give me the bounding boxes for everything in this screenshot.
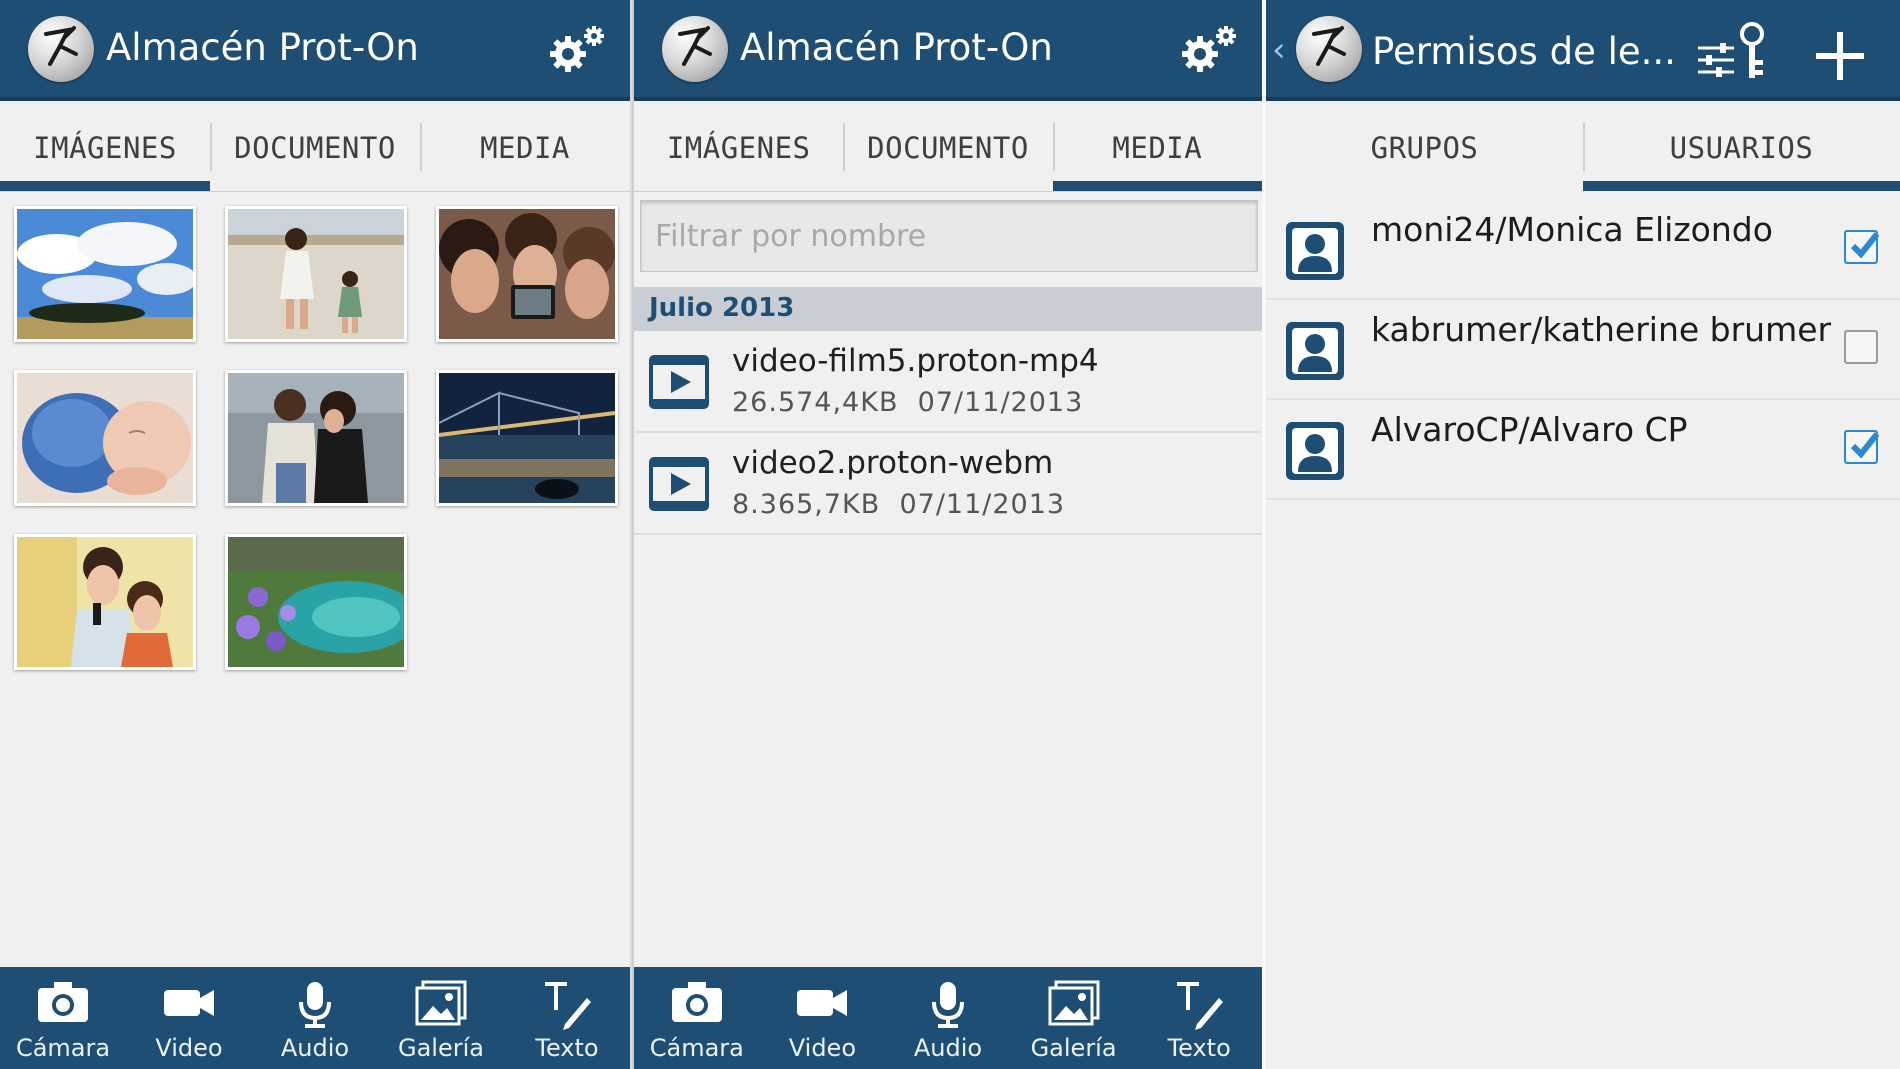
audio-button[interactable]: Audio (252, 967, 378, 1069)
image-thumbnail[interactable] (14, 534, 196, 670)
camera-icon (670, 980, 724, 1028)
tab-grupos[interactable]: GRUPOS (1266, 105, 1583, 191)
image-thumbnail[interactable] (14, 370, 196, 506)
filter-field (640, 200, 1258, 272)
camera-label: Cámara (649, 1034, 744, 1062)
storage-images-screen: Almacén Prot-On IMÁGENES DOCUMENTO MEDIA… (0, 0, 630, 1069)
video-file-icon (649, 355, 709, 413)
gallery-icon (415, 980, 467, 1032)
tab-documento[interactable]: DOCUMENTO (843, 105, 1052, 191)
file-size: 8.365,7KB (732, 489, 881, 520)
file-list-item[interactable]: video-film5.proton-mp4 26.574,4KB 07/11/… (634, 331, 1262, 433)
action-bar: Almacén Prot-On (0, 0, 630, 101)
text-pen-icon (541, 980, 593, 1034)
image-grid (14, 206, 624, 670)
text-label: Texto (535, 1034, 599, 1062)
tab-imagenes[interactable]: IMÁGENES (634, 105, 843, 191)
user-list-item[interactable]: moni24/Monica Elizondo (1266, 200, 1900, 300)
user-permission-checkbox[interactable] (1844, 230, 1880, 264)
image-thumbnail[interactable] (436, 370, 618, 506)
gallery-button[interactable]: Galería (1011, 967, 1137, 1069)
gallery-label: Galería (1030, 1034, 1117, 1062)
text-pen-icon (1173, 980, 1225, 1034)
file-size: 26.574,4KB (732, 387, 899, 418)
tab-usuarios[interactable]: USUARIOS (1583, 105, 1900, 191)
user-avatar-icon (1286, 422, 1344, 480)
file-meta: 26.574,4KB 07/11/2013 (732, 387, 1083, 418)
month-section-header: Julio 2013 (634, 287, 1262, 331)
microphone-icon (928, 980, 968, 1034)
tab-imagenes[interactable]: IMÁGENES (0, 105, 210, 191)
audio-label: Audio (280, 1034, 350, 1062)
tab-bar: IMÁGENES DOCUMENTO MEDIA (634, 105, 1262, 191)
tabs-divider (634, 191, 1262, 192)
app-logo-icon[interactable] (1296, 16, 1362, 82)
user-name: moni24/Monica Elizondo (1371, 210, 1773, 249)
audio-label: Audio (913, 1034, 983, 1062)
video-button[interactable]: Video (760, 967, 886, 1069)
screenshot-stage: Almacén Prot-On IMÁGENES DOCUMENTO MEDIA… (0, 0, 1900, 1069)
action-bar: ‹ Permisos de le... (1266, 0, 1900, 101)
tab-documento[interactable]: DOCUMENTO (210, 105, 420, 191)
add-icon[interactable] (1814, 30, 1866, 86)
image-thumbnail[interactable] (225, 370, 407, 506)
video-button[interactable]: Video (126, 967, 252, 1069)
user-permission-checkbox[interactable] (1844, 330, 1878, 364)
file-date: 07/11/2013 (899, 489, 1066, 520)
bottom-toolbar: Cámara Video Audio Galería Texto (634, 967, 1262, 1069)
video-label: Video (155, 1034, 223, 1062)
user-permission-checkbox[interactable] (1844, 430, 1880, 464)
image-thumbnail[interactable] (436, 206, 618, 342)
file-list-item[interactable]: video2.proton-webm 8.365,7KB 07/11/2013 (634, 433, 1262, 535)
filter-input[interactable] (641, 201, 1257, 271)
read-permissions-screen: ‹ Permisos de le... GRUPOS USUARIOS moni… (1266, 0, 1900, 1069)
gallery-button[interactable]: Galería (378, 967, 504, 1069)
tab-bar: IMÁGENES DOCUMENTO MEDIA (0, 105, 630, 191)
camera-button[interactable]: Cámara (634, 967, 760, 1069)
file-name: video-film5.proton-mp4 (732, 343, 1099, 379)
bottom-toolbar: Cámara Video Audio Galería Texto (0, 967, 630, 1069)
camera-label: Cámara (15, 1034, 111, 1062)
tab-bar: GRUPOS USUARIOS (1266, 105, 1900, 191)
user-list-item[interactable]: AlvaroCP/Alvaro CP (1266, 400, 1900, 500)
audio-button[interactable]: Audio (885, 967, 1011, 1069)
app-title: Almacén Prot-On (106, 26, 419, 69)
image-thumbnail[interactable] (225, 534, 407, 670)
user-name: kabrumer/katherine brumer (1371, 310, 1832, 349)
app-logo-icon[interactable] (28, 16, 94, 82)
app-title: Almacén Prot-On (740, 26, 1053, 69)
video-camera-icon (795, 980, 849, 1028)
user-name: AlvaroCP/Alvaro CP (1371, 410, 1688, 449)
tabs-divider (0, 191, 630, 192)
tab-media[interactable]: MEDIA (420, 105, 630, 191)
user-list-item[interactable]: kabrumer/katherine brumer (1266, 300, 1900, 400)
camera-button[interactable]: Cámara (0, 967, 126, 1069)
video-file-icon (649, 457, 709, 515)
gallery-icon (1048, 980, 1100, 1032)
text-label: Texto (1167, 1034, 1231, 1062)
video-camera-icon (162, 980, 216, 1028)
file-meta: 8.365,7KB 07/11/2013 (732, 489, 1065, 520)
image-thumbnail[interactable] (225, 206, 407, 342)
microphone-icon (295, 980, 335, 1034)
camera-icon (36, 980, 90, 1028)
text-button[interactable]: Texto (504, 967, 630, 1069)
image-thumbnail[interactable] (14, 206, 196, 342)
gear-icon[interactable] (546, 24, 608, 80)
gallery-label: Galería (398, 1034, 484, 1062)
action-bar: Almacén Prot-On (634, 0, 1262, 101)
storage-media-screen: Almacén Prot-On IMÁGENES DOCUMENTO MEDIA… (632, 0, 1262, 1069)
chevron-left-icon[interactable]: ‹ (1272, 30, 1286, 70)
file-date: 07/11/2013 (917, 387, 1084, 418)
text-button[interactable]: Texto (1136, 967, 1262, 1069)
permissions-key-icon[interactable] (1694, 20, 1770, 88)
gear-icon[interactable] (1178, 24, 1240, 80)
tab-media[interactable]: MEDIA (1052, 105, 1262, 191)
app-logo-icon[interactable] (662, 16, 728, 82)
screen-title: Permisos de le... (1372, 30, 1676, 73)
user-avatar-icon (1286, 222, 1344, 280)
video-label: Video (788, 1034, 857, 1062)
file-name: video2.proton-webm (732, 445, 1054, 481)
user-avatar-icon (1286, 322, 1344, 380)
